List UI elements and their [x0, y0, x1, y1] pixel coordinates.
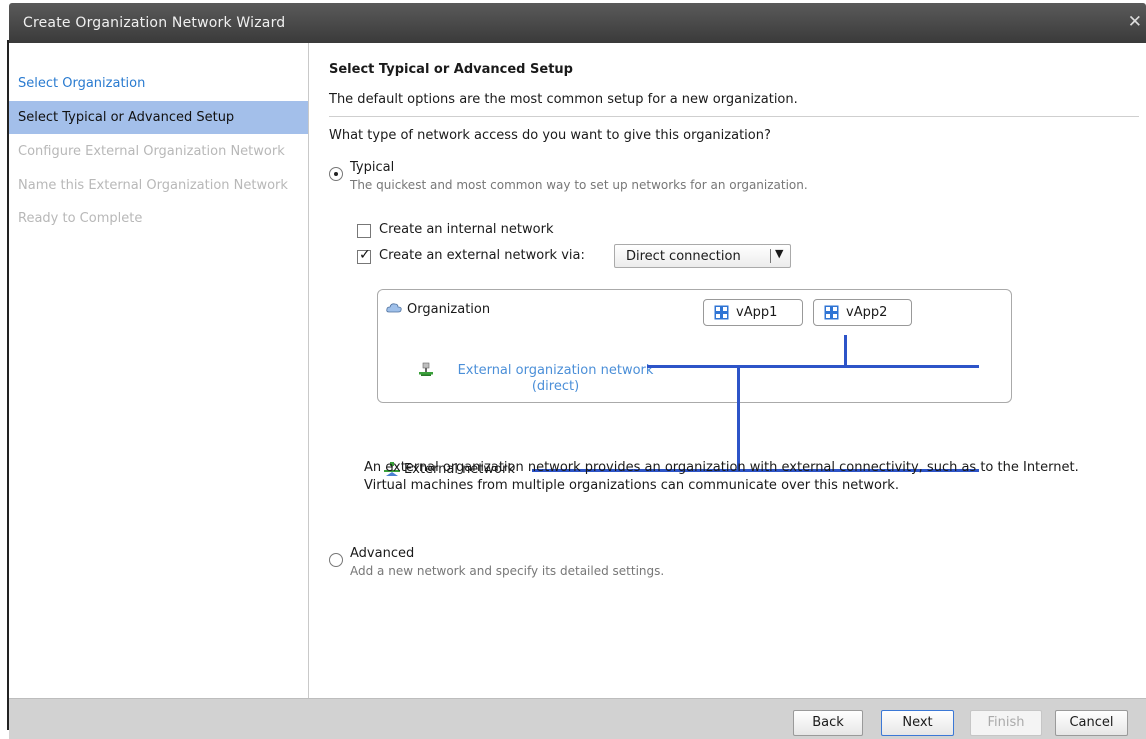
vapp2-connector — [844, 335, 847, 368]
vapp-icon — [824, 305, 839, 320]
page-title: Select Typical or Advanced Setup — [329, 62, 573, 77]
external-org-network-label-line1: External organization network — [457, 363, 654, 378]
wizard-footer: Back Next Finish Cancel — [9, 698, 1146, 739]
back-button[interactable]: Back — [793, 710, 863, 736]
typical-label[interactable]: Typical — [350, 160, 394, 175]
finish-button: Finish — [970, 710, 1042, 736]
wizard-window: Create Organization Network Wizard ✕ Sel… — [9, 3, 1146, 739]
background-edge — [0, 0, 9, 738]
radio-selected-dot — [334, 172, 338, 176]
advanced-label[interactable]: Advanced — [350, 546, 414, 561]
select-separator — [770, 249, 771, 263]
connection-type-value: Direct connection — [626, 249, 741, 264]
checkmark-icon: ✓ — [359, 247, 371, 263]
wizard-steps-sidebar: Select Organization Select Typical or Ad… — [9, 43, 309, 698]
close-icon[interactable]: ✕ — [1128, 12, 1142, 32]
step-ready-to-complete: Ready to Complete — [18, 211, 143, 226]
external-network-checkbox[interactable]: ✓ — [357, 247, 371, 264]
step-select-typical-advanced[interactable]: Select Typical or Advanced Setup — [9, 101, 308, 134]
internal-network-checkbox[interactable] — [357, 224, 371, 238]
typical-radio[interactable] — [329, 167, 343, 181]
connection-type-select[interactable]: Direct connection ▼ — [614, 244, 791, 268]
wizard-content: Select Typical or Advanced Setup The def… — [309, 43, 1146, 698]
vapp1-node: vApp1 — [703, 299, 803, 326]
network-diagram: Organization vApp1 vApp2 External organi… — [364, 283, 1014, 477]
vapp-icon — [714, 305, 729, 320]
internal-network-label[interactable]: Create an internal network — [379, 222, 553, 237]
vapp2-node: vApp2 — [813, 299, 912, 326]
next-button[interactable]: Next — [881, 710, 954, 736]
organization-box: Organization vApp1 vApp2 External organi… — [377, 289, 1012, 403]
organization-label: Organization — [407, 302, 491, 317]
window-title: Create Organization Network Wizard — [23, 15, 286, 31]
step-select-organization[interactable]: Select Organization — [9, 67, 308, 100]
typical-description: The quickest and most common way to set … — [350, 178, 808, 192]
external-org-network-icon — [419, 362, 433, 376]
dropdown-arrow-icon[interactable]: ▼ — [775, 247, 783, 260]
external-org-network-label: External organization network (direct) — [443, 363, 668, 395]
step-configure-external-network: Configure External Organization Network — [18, 144, 285, 159]
cloud-icon — [386, 303, 402, 313]
external-network-label[interactable]: Create an external network via: — [379, 248, 585, 263]
title-bar: Create Organization Network Wizard ✕ — [9, 3, 1146, 43]
page-subtitle: The default options are the most common … — [329, 92, 798, 107]
external-org-network-label-line2: (direct) — [531, 379, 580, 394]
vapp2-label: vApp2 — [846, 305, 888, 320]
vertical-trunk-line — [737, 365, 740, 471]
step-name-external-network: Name this External Organization Network — [18, 178, 288, 193]
advanced-radio[interactable] — [329, 553, 343, 567]
advanced-description: Add a new network and specify its detail… — [350, 564, 665, 578]
network-access-question: What type of network access do you want … — [329, 128, 771, 143]
info-text: An external organization network provide… — [364, 460, 1079, 493]
cancel-button[interactable]: Cancel — [1055, 710, 1128, 736]
org-network-line — [647, 365, 979, 368]
vapp1-label: vApp1 — [736, 305, 778, 320]
divider — [329, 116, 1139, 117]
